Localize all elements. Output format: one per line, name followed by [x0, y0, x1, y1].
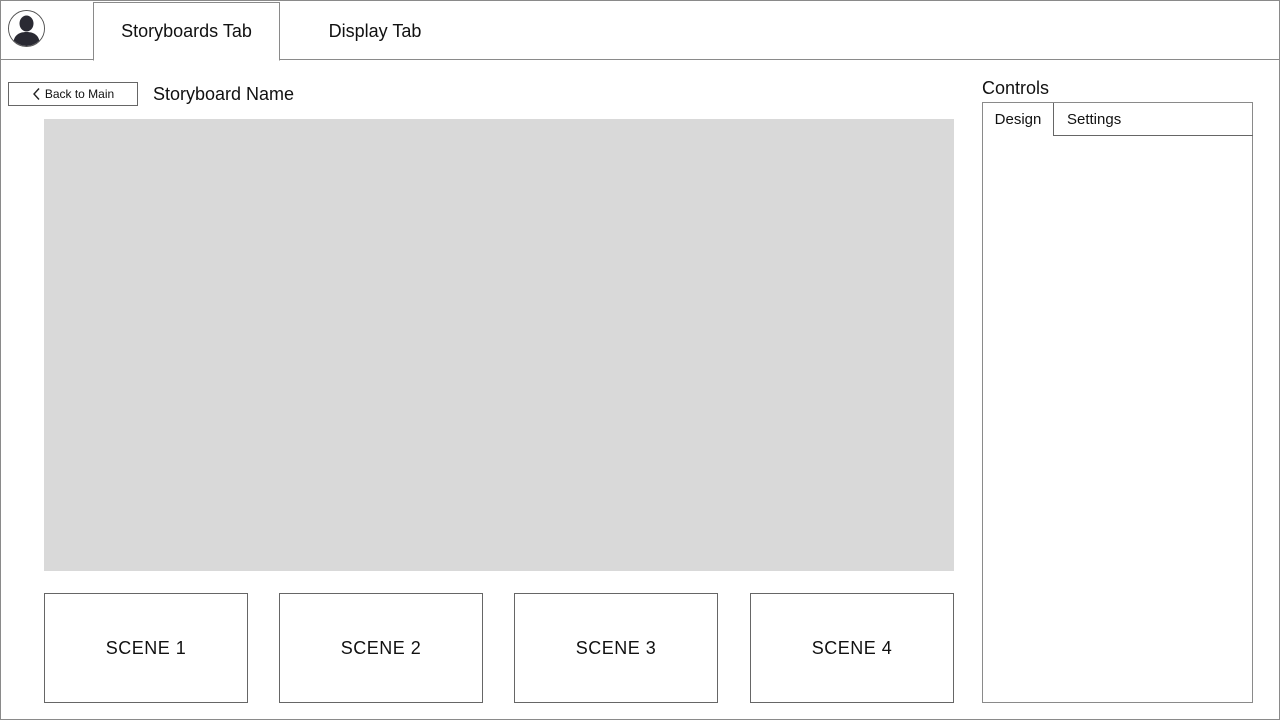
- tab-design-label: Design: [994, 111, 1042, 128]
- top-navigation-bar: Storyboards Tab Display Tab: [0, 0, 1280, 61]
- tab-design[interactable]: Design: [983, 103, 1053, 136]
- scene-label: SCENE 4: [811, 637, 893, 658]
- scene-label: SCENE 3: [575, 637, 657, 658]
- tab-display-label: Display Tab: [328, 20, 422, 41]
- scene-label: SCENE 2: [340, 637, 422, 658]
- scene-card-1[interactable]: SCENE 1: [44, 593, 248, 703]
- tab-storyboards-label: Storyboards Tab: [121, 21, 252, 41]
- back-to-main-button[interactable]: Back to Main: [8, 82, 138, 106]
- scene-card-4[interactable]: SCENE 4: [750, 593, 954, 703]
- scene-label: SCENE 1: [105, 637, 187, 658]
- tab-settings[interactable]: Settings: [1053, 103, 1253, 136]
- controls-panel: Design Settings: [982, 102, 1253, 703]
- controls-title: Controls: [982, 78, 1050, 98]
- chevron-left-icon: [32, 87, 42, 101]
- tab-display[interactable]: Display Tab: [280, 2, 470, 60]
- tab-settings-label: Settings: [1067, 110, 1122, 128]
- back-to-main-label: Back to Main: [44, 87, 115, 101]
- storyboard-name: Storyboard Name: [153, 84, 295, 104]
- tab-storyboards[interactable]: Storyboards Tab: [93, 2, 280, 61]
- storyboard-canvas[interactable]: [44, 119, 954, 571]
- scene-card-3[interactable]: SCENE 3: [514, 593, 718, 703]
- scene-card-2[interactable]: SCENE 2: [279, 593, 483, 703]
- user-avatar-icon[interactable]: [8, 10, 45, 47]
